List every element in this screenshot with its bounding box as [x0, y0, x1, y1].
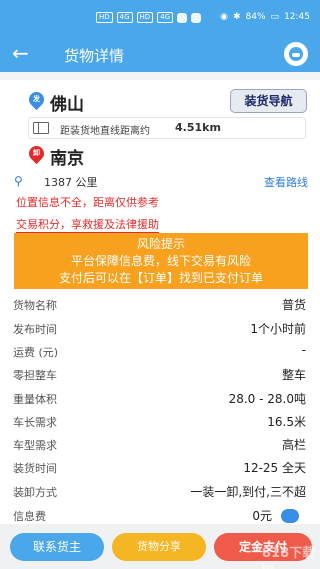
view-route-link[interactable]: 查看路线 [264, 174, 308, 190]
risk-line-2: 支付后可以在【订单】找到已支付订单 [58, 271, 263, 285]
chat-bubble-icon[interactable] [281, 509, 299, 523]
location-warning: 位置信息不全，距离仅供参考 [16, 196, 159, 209]
detail-row: 零担整车 整车 [0, 364, 320, 386]
detail-row: 货物名称 普货 [0, 294, 320, 316]
detail-key: 装货时间 [13, 462, 57, 475]
detail-value: 0元 [252, 509, 272, 523]
distance-value: 4.51km [175, 121, 221, 134]
route-row: ⚲ 1387 公里 查看路线 [14, 172, 308, 190]
detail-key: 发布时间 [13, 323, 57, 336]
detail-key: 货物名称 [13, 299, 57, 312]
detail-value: 整车 [281, 368, 306, 382]
detail-value: 1个小时前 [250, 322, 306, 336]
detail-value: 16.5米 [267, 415, 306, 429]
rescue-link[interactable]: 交易积分，享救援及法律援助 [16, 216, 159, 233]
detail-key: 重量体积 [13, 393, 57, 406]
bluetooth-icon: ✱ [232, 12, 241, 22]
hd-badge: HD [96, 12, 113, 23]
to-city: 南京 [50, 149, 84, 169]
battery-icon: ▭ [270, 12, 280, 22]
detail-key: 车型需求 [13, 439, 57, 452]
detail-row: 运费 (元) - [0, 341, 320, 363]
detail-row: 重量体积 28.0 - 28.0吨 [0, 388, 320, 410]
status-left: HD 4G HD 4G [96, 12, 202, 23]
detail-value: - [301, 343, 306, 357]
back-arrow-icon[interactable]: ← [12, 40, 29, 66]
detail-key: 零担整车 [13, 369, 57, 382]
4g-badge-2: 4G [157, 12, 174, 23]
detail-row: 车长需求 16.5米 [0, 411, 320, 433]
contact-shipper-button[interactable]: 联系货主 [10, 533, 104, 561]
risk-title: 风险提示 [136, 237, 185, 251]
battery-percent: 84% [245, 12, 266, 22]
status-bar: HD 4G HD 4G ◉ ✱ 84% ▭ 12:45 [0, 0, 320, 36]
map-icon [33, 122, 49, 134]
detail-row: 发布时间 1个小时前 [0, 318, 320, 340]
detail-value: 一装一卸,到付,三不超 [190, 485, 306, 499]
detail-value: 12-25 全天 [243, 461, 306, 475]
detail-row: 装卸方式 一装一卸,到付,三不超 [0, 481, 320, 503]
detail-key: 装卸方式 [13, 486, 57, 499]
distance-row: 距装货地直线距离约 4.51km [28, 117, 306, 139]
customer-service-icon[interactable] [284, 42, 308, 66]
detail-key: 信息费 [13, 510, 46, 523]
detail-key: 运费 (元) [13, 346, 59, 359]
share-cargo-button[interactable]: 货物分享 [112, 533, 206, 561]
route-icon: ⚲ [14, 174, 23, 188]
detail-value: 普货 [281, 298, 306, 312]
distance-label: 距装货地直线距离约 [60, 126, 150, 137]
risk-line-1: 平台保障信息费，线下交易有风险 [70, 254, 251, 268]
detail-row: 装货时间 12-25 全天 [0, 457, 320, 479]
eye-icon: ◉ [220, 12, 228, 22]
watermark: 818下载网 [262, 546, 316, 569]
detail-row: 车型需求 高栏 [0, 434, 320, 456]
detail-value: 高栏 [281, 438, 306, 452]
status-right: ◉ ✱ 84% ▭ 12:45 [220, 12, 310, 22]
from-city: 佛山 [50, 95, 84, 115]
notification-icon [177, 12, 188, 23]
4g-badge: 4G [116, 12, 133, 23]
detail-key: 车长需求 [13, 416, 57, 429]
risk-notice: 风险提示 平台保障信息费，线下交易有风险 支付后可以在【订单】找到已支付订单 [14, 233, 308, 289]
app-bar: ← 货物详情 [0, 36, 320, 72]
to-pin-icon: 卸 [25, 142, 48, 165]
app-icon [191, 12, 202, 23]
loading-navigation-button[interactable]: 装货导航 [230, 89, 307, 113]
from-pin-icon: 发 [25, 88, 48, 111]
route-distance: 1387 公里 [44, 176, 98, 189]
clock: 12:45 [284, 12, 310, 22]
page-title: 货物详情 [64, 47, 125, 65]
hd-badge-2: HD [136, 12, 154, 23]
detail-value: 28.0 - 28.0吨 [228, 392, 306, 406]
